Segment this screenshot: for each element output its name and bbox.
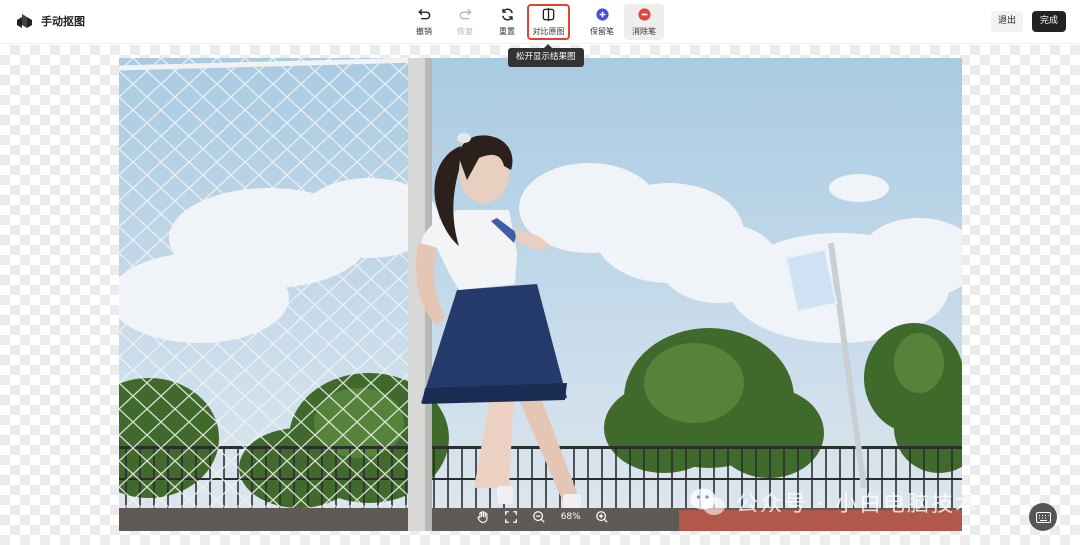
zoom-level: 68% — [560, 512, 581, 522]
top-toolbar: 手动抠图 撤销 恢复 重置 对比原图 保留笔 消除笔 退出 完成 — [0, 0, 1080, 44]
compare-tooltip: 松开显示结果图 — [508, 44, 584, 67]
photo-illustration — [119, 58, 962, 531]
undo-label: 撤销 — [416, 27, 432, 36]
brand: 手动抠图 — [16, 12, 85, 29]
keyboard-icon — [1035, 511, 1051, 523]
watermark: 公众号 · 小白电脑技术 — [688, 485, 979, 519]
watermark-text: 公众号 · 小白电脑技术 — [736, 492, 979, 517]
exit-button[interactable]: 退出 — [991, 11, 1023, 32]
erase-brush-label: 消除笔 — [632, 27, 656, 36]
erase-brush-button[interactable]: 消除笔 — [624, 4, 664, 40]
redo-icon — [459, 9, 471, 20]
undo-icon — [418, 9, 430, 20]
reset-icon — [501, 8, 513, 21]
fullscreen-icon[interactable] — [504, 510, 518, 524]
done-button[interactable]: 完成 — [1032, 11, 1066, 32]
plus-circle-icon — [595, 8, 609, 21]
app-logo-icon — [17, 14, 32, 28]
zoom-in-icon[interactable] — [595, 510, 609, 524]
zoom-out-icon[interactable] — [532, 510, 546, 524]
hand-icon[interactable] — [476, 510, 490, 524]
edited-image[interactable] — [119, 58, 962, 531]
redo-button[interactable]: 恢复 — [445, 4, 485, 40]
keep-brush-label: 保留笔 — [590, 27, 614, 36]
keyboard-shortcuts-button[interactable] — [1029, 503, 1057, 531]
app-title: 手动抠图 — [41, 14, 85, 28]
wechat-icon — [690, 488, 725, 515]
reset-button[interactable]: 重置 — [487, 4, 527, 40]
compare-label: 对比原图 — [532, 27, 565, 36]
zoom-controls: 68% — [470, 505, 615, 529]
redo-label: 恢复 — [457, 27, 473, 36]
undo-button[interactable]: 撤销 — [404, 4, 444, 40]
minus-circle-icon — [637, 8, 651, 21]
compare-original-button[interactable]: 对比原图 — [527, 4, 570, 40]
keep-brush-button[interactable]: 保留笔 — [582, 4, 622, 40]
reset-label: 重置 — [499, 27, 515, 36]
compare-icon — [542, 7, 555, 22]
